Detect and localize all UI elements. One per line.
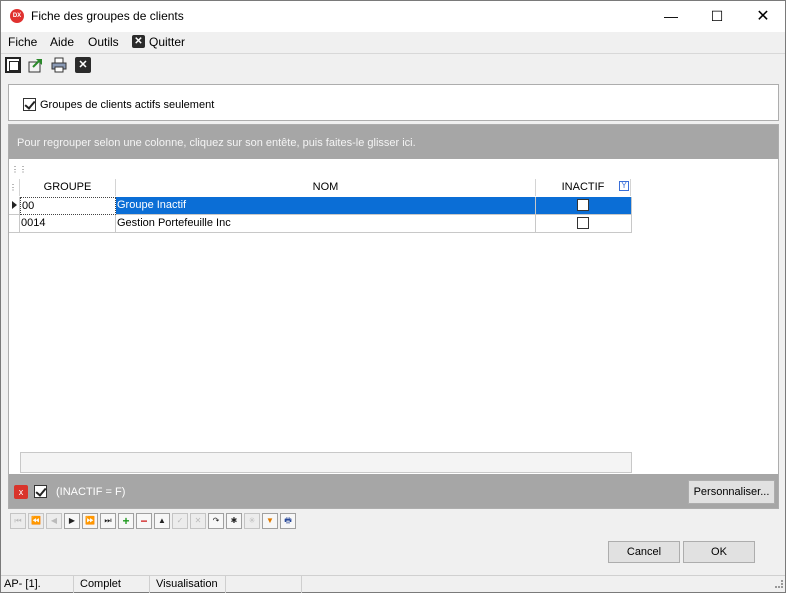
menu-aide[interactable]: Aide bbox=[50, 35, 74, 49]
app-logo-icon: DX bbox=[10, 9, 24, 23]
prev-page-icon[interactable]: ⏪ bbox=[28, 513, 44, 529]
group-by-panel[interactable]: Pour regrouper selon une colonne, clique… bbox=[9, 125, 778, 159]
status-mode: Complet bbox=[77, 576, 150, 593]
active-only-label[interactable]: Groupes de clients actifs seulement bbox=[40, 99, 214, 111]
quit-icon[interactable]: ✕ bbox=[132, 35, 145, 48]
cancel-edit-icon[interactable]: ✕ bbox=[190, 513, 206, 529]
print-grid-icon[interactable]: 🖶 bbox=[280, 513, 296, 529]
customize-filter-button[interactable]: Personnaliser... bbox=[688, 480, 775, 504]
inactif-checkbox[interactable] bbox=[577, 199, 589, 211]
menu-fiche[interactable]: Fiche bbox=[8, 35, 37, 49]
grid-options-icon[interactable]: ⋮⋮ bbox=[11, 165, 27, 174]
table-row[interactable]: 0014 Gestion Portefeuille Inc bbox=[9, 215, 632, 233]
active-only-checkbox[interactable] bbox=[23, 98, 36, 111]
maximize-button[interactable]: ☐ bbox=[694, 1, 740, 32]
table-row[interactable]: 00 Groupe Inactif bbox=[9, 197, 632, 215]
menu-quitter[interactable]: Quitter bbox=[149, 35, 185, 49]
edit-record-icon[interactable]: ▲ bbox=[154, 513, 170, 529]
menu-bar: Fiche Aide Outils ✕ Quitter bbox=[1, 32, 785, 52]
title-bar: DX Fiche des groupes de clients — ☐ ✕ bbox=[1, 1, 785, 32]
grid-footer bbox=[20, 452, 632, 473]
filter-panel: Groupes de clients actifs seulement bbox=[8, 84, 779, 121]
status-state: Visualisation bbox=[153, 576, 226, 593]
resize-grip[interactable] bbox=[775, 580, 783, 588]
inactif-checkbox[interactable] bbox=[577, 217, 589, 229]
toolbar: ✕ bbox=[1, 53, 785, 76]
cell-groupe[interactable]: 00 bbox=[20, 197, 116, 215]
column-header-inactif[interactable]: INACTIF bbox=[536, 179, 631, 196]
ok-button[interactable]: OK bbox=[683, 541, 755, 563]
cancel-button[interactable]: Cancel bbox=[608, 541, 680, 563]
column-filter-icon[interactable]: Y bbox=[619, 181, 629, 191]
minimize-button[interactable]: — bbox=[648, 1, 694, 32]
window-title: Fiche des groupes de clients bbox=[31, 9, 184, 23]
filter-status-bar: x (INACTIF = F) Personnaliser... bbox=[9, 474, 778, 508]
save-bookmark-icon[interactable]: ✱ bbox=[226, 513, 242, 529]
column-header-nom[interactable]: NOM bbox=[116, 179, 536, 196]
delete-record-icon[interactable]: − bbox=[136, 513, 152, 529]
export-icon[interactable] bbox=[28, 57, 44, 73]
data-grid: Pour regrouper selon une colonne, clique… bbox=[8, 124, 779, 509]
menu-outils[interactable]: Outils bbox=[88, 35, 119, 49]
post-edit-icon[interactable]: ✓ bbox=[172, 513, 188, 529]
cell-nom[interactable]: Gestion Portefeuille Inc bbox=[116, 215, 536, 233]
close-icon[interactable]: ✕ bbox=[75, 57, 91, 73]
status-bar: AP- [1]. Complet Visualisation bbox=[1, 575, 785, 593]
filter-expression[interactable]: (INACTIF = F) bbox=[56, 486, 125, 498]
status-user: AP- [1]. bbox=[1, 576, 74, 593]
next-page-icon[interactable]: ⏩ bbox=[82, 513, 98, 529]
current-row-arrow-icon bbox=[12, 201, 17, 209]
next-record-icon[interactable]: ▶ bbox=[64, 513, 80, 529]
cell-nom[interactable]: Groupe Inactif bbox=[116, 197, 536, 215]
clear-filter-icon[interactable]: x bbox=[14, 485, 28, 499]
prev-record-icon[interactable]: ◀ bbox=[46, 513, 62, 529]
refresh-icon[interactable]: ↷ bbox=[208, 513, 224, 529]
add-record-icon[interactable]: + bbox=[118, 513, 134, 529]
row-indicator bbox=[9, 215, 20, 233]
status-extra bbox=[229, 576, 302, 593]
filter-enabled-checkbox[interactable] bbox=[34, 485, 47, 498]
first-page-icon[interactable]: ⏮ bbox=[10, 513, 26, 529]
select-all-icon[interactable] bbox=[5, 57, 21, 73]
last-record-icon[interactable]: ⏭ bbox=[100, 513, 116, 529]
main-window: DX Fiche des groupes de clients — ☐ ✕ Fi… bbox=[0, 0, 786, 593]
print-icon[interactable] bbox=[51, 57, 67, 73]
row-indicator-header[interactable]: ⋮⋮ bbox=[9, 179, 25, 196]
close-window-button[interactable]: ✕ bbox=[740, 1, 786, 32]
goto-bookmark-icon[interactable]: ✳ bbox=[244, 513, 260, 529]
record-navigator: ⏮ ⏪ ◀ ▶ ⏩ ⏭ + − ▲ ✓ ✕ ↷ ✱ ✳ ▼ 🖶 bbox=[8, 510, 779, 533]
column-header-groupe[interactable]: GROUPE bbox=[20, 179, 116, 196]
cell-groupe[interactable]: 0014 bbox=[20, 215, 116, 233]
row-indicator bbox=[9, 197, 20, 215]
filter-icon[interactable]: ▼ bbox=[262, 513, 278, 529]
cell-inactif[interactable] bbox=[536, 215, 632, 233]
cell-inactif[interactable] bbox=[536, 197, 632, 215]
